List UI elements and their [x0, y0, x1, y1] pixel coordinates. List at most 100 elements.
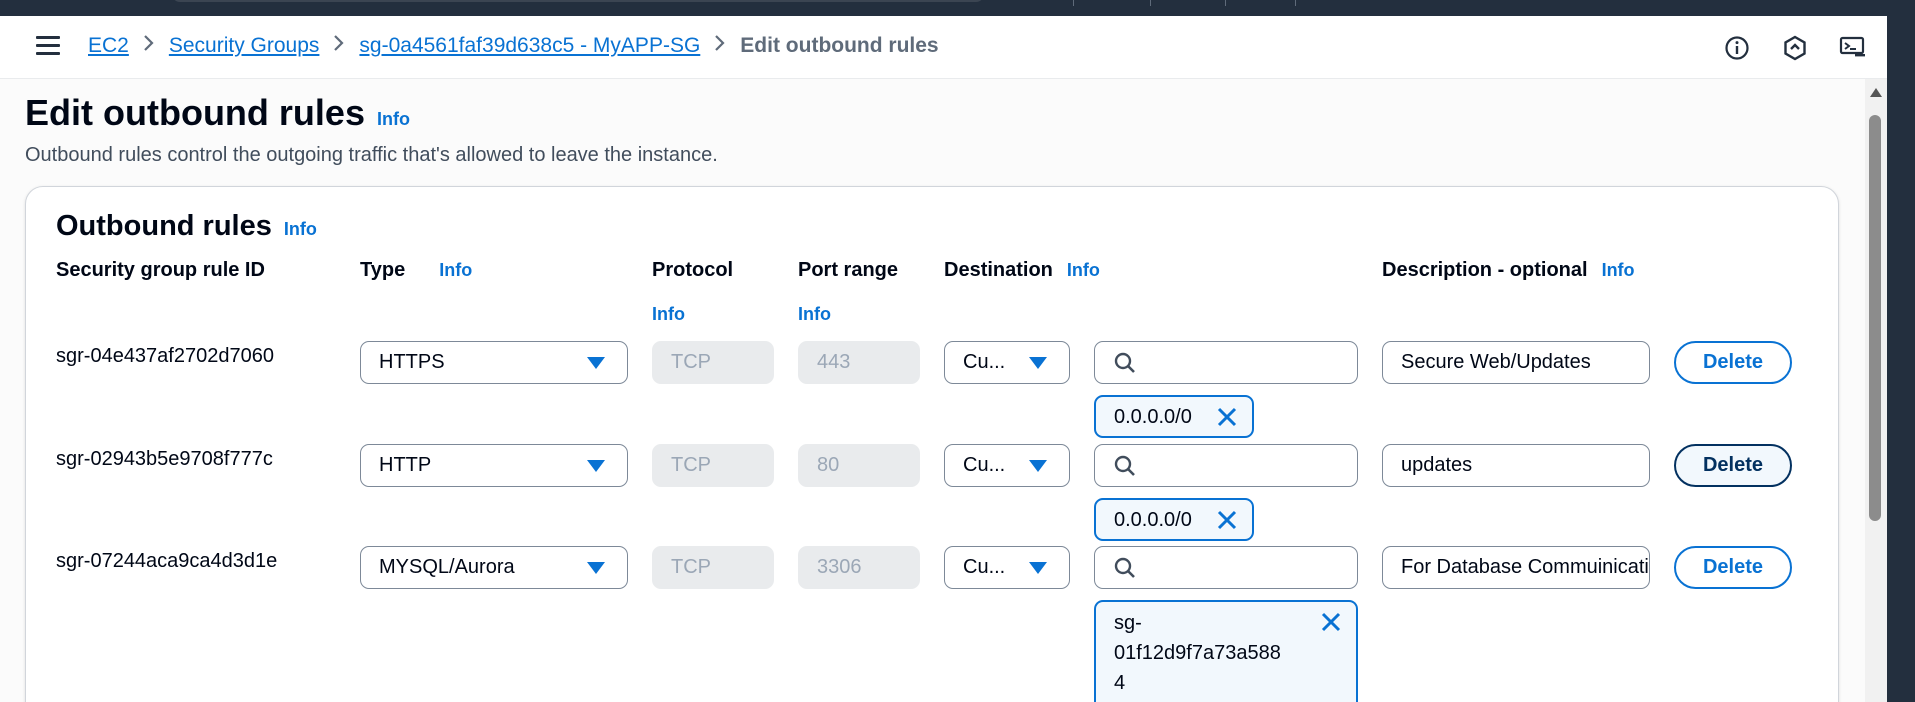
page-scrollbar[interactable] — [1865, 79, 1887, 702]
caret-down-icon — [587, 460, 605, 472]
settings-hexagon-icon[interactable] — [1781, 34, 1809, 62]
breadcrumb-security-group[interactable]: sg-0a4561faf39d638c5 - MyAPP-SG — [359, 34, 700, 58]
toolbar-divider — [1225, 0, 1226, 6]
info-circle-icon[interactable] — [1723, 34, 1751, 62]
breadcrumb-current: Edit outbound rules — [740, 34, 939, 57]
search-icon — [1114, 557, 1135, 578]
type-value: HTTPS — [379, 351, 445, 373]
destination-search-input[interactable] — [1147, 454, 1327, 477]
destination-type-value: Cu... — [963, 351, 1006, 373]
description-input[interactable]: updates — [1382, 444, 1650, 487]
port-range-field: 443 — [798, 341, 920, 384]
destination-type-value: Cu... — [963, 454, 1006, 476]
protocol-field: TCP — [652, 546, 774, 589]
chevron-right-icon — [714, 34, 726, 58]
token-label-line: 4 — [1114, 672, 1126, 694]
description-info-link[interactable]: Info — [1602, 260, 1635, 281]
top-navigation: EC2 Security Groups sg-0a4561faf39d638c5… — [0, 16, 1887, 79]
destination-type-select[interactable]: Cu... — [944, 546, 1070, 589]
window-edge — [1887, 16, 1915, 702]
column-header-protocol: Protocol — [652, 259, 733, 282]
delete-rule-button[interactable]: Delete — [1674, 341, 1792, 384]
port-range-field: 80 — [798, 444, 920, 487]
column-header-port-range: Port range — [798, 259, 898, 282]
destination-search-input[interactable] — [1147, 556, 1327, 579]
column-label: Type — [360, 259, 406, 281]
breadcrumb-security-groups[interactable]: Security Groups — [169, 34, 320, 58]
rule-id: sgr-04e437af2702d7060 — [56, 345, 274, 367]
toolbar-divider — [1150, 0, 1151, 6]
section-info-link[interactable]: Info — [284, 219, 317, 240]
column-label: Protocol — [652, 259, 734, 281]
destination-type-value: Cu... — [963, 556, 1006, 578]
destination-search-input[interactable] — [1147, 351, 1327, 374]
search-icon — [1114, 352, 1135, 373]
rule-id: sgr-07244aca9ca4d3d1e — [56, 550, 278, 572]
chevron-right-icon — [333, 34, 345, 58]
port-range-field: 3306 — [798, 546, 920, 589]
caret-down-icon — [587, 562, 605, 574]
menu-icon[interactable] — [36, 36, 60, 58]
page-info-link[interactable]: Info — [377, 109, 410, 130]
destination-token: sg- 01f12d9f7a73a588 4 — [1094, 600, 1358, 702]
scroll-up-arrow[interactable] — [1870, 88, 1882, 97]
destination-type-select[interactable]: Cu... — [944, 444, 1070, 487]
caret-down-icon — [1029, 460, 1047, 472]
caret-down-icon — [1029, 562, 1047, 574]
type-value: MYSQL/Aurora — [379, 556, 515, 578]
close-icon[interactable] — [1216, 509, 1238, 537]
toolbar-divider — [1073, 0, 1074, 6]
page-description: Outbound rules control the outgoing traf… — [25, 144, 718, 166]
token-label-line: 01f12d9f7a73a588 — [1114, 642, 1281, 664]
column-header-rule-id: Security group rule ID — [56, 259, 265, 282]
token-label: 0.0.0.0/0 — [1114, 406, 1192, 428]
breadcrumb: EC2 Security Groups sg-0a4561faf39d638c5… — [88, 34, 939, 58]
column-label: Security group rule ID — [56, 259, 265, 281]
toolbar-divider — [1295, 0, 1296, 6]
destination-search[interactable] — [1094, 341, 1358, 384]
type-info-link[interactable]: Info — [439, 260, 472, 281]
description-input[interactable]: Secure Web/Updates — [1382, 341, 1650, 384]
port-range-info-link[interactable]: Info — [798, 304, 831, 325]
destination-info-link[interactable]: Info — [1067, 260, 1100, 281]
delete-rule-button[interactable]: Delete — [1674, 444, 1792, 487]
close-icon[interactable] — [1320, 611, 1342, 639]
column-label: Description - optional — [1382, 259, 1588, 281]
search-icon — [1114, 455, 1135, 476]
column-header-type: Type Info — [360, 259, 472, 282]
column-header-description: Description - optional Info — [1382, 259, 1635, 282]
address-bar[interactable] — [172, 0, 984, 2]
type-select[interactable]: MYSQL/Aurora — [360, 546, 628, 589]
destination-search[interactable] — [1094, 546, 1358, 589]
destination-search[interactable] — [1094, 444, 1358, 487]
section-header: Outbound rules Info — [56, 210, 317, 243]
protocol-info-link[interactable]: Info — [652, 304, 685, 325]
chevron-right-icon — [143, 34, 155, 58]
breadcrumb-ec2[interactable]: EC2 — [88, 34, 129, 58]
delete-rule-button[interactable]: Delete — [1674, 546, 1792, 589]
token-label-line: sg- — [1114, 612, 1142, 634]
close-icon[interactable] — [1216, 406, 1238, 434]
scroll-thumb[interactable] — [1869, 115, 1881, 521]
caret-down-icon — [1029, 357, 1047, 369]
utility-icons — [1723, 34, 1867, 62]
token-label: 0.0.0.0/0 — [1114, 509, 1192, 531]
cloudshell-icon[interactable] — [1839, 34, 1867, 62]
type-select[interactable]: HTTP — [360, 444, 628, 487]
column-header-destination: Destination Info — [944, 259, 1100, 282]
type-select[interactable]: HTTPS — [360, 341, 628, 384]
protocol-field: TCP — [652, 444, 774, 487]
destination-token: 0.0.0.0/0 — [1094, 498, 1254, 541]
protocol-field: TCP — [652, 341, 774, 384]
destination-type-select[interactable]: Cu... — [944, 341, 1070, 384]
caret-down-icon — [587, 357, 605, 369]
column-label: Destination — [944, 259, 1053, 281]
description-input[interactable]: For Database Commuinication — [1382, 546, 1650, 589]
rule-id: sgr-02943b5e9708f777c — [56, 448, 273, 470]
page-title: Edit outbound rules — [25, 92, 365, 133]
column-label: Port range — [798, 259, 899, 281]
browser-top-bar — [0, 0, 1915, 16]
page-header: Edit outbound rules Info — [25, 92, 410, 134]
destination-token: 0.0.0.0/0 — [1094, 395, 1254, 438]
section-title: Outbound rules — [56, 210, 272, 242]
